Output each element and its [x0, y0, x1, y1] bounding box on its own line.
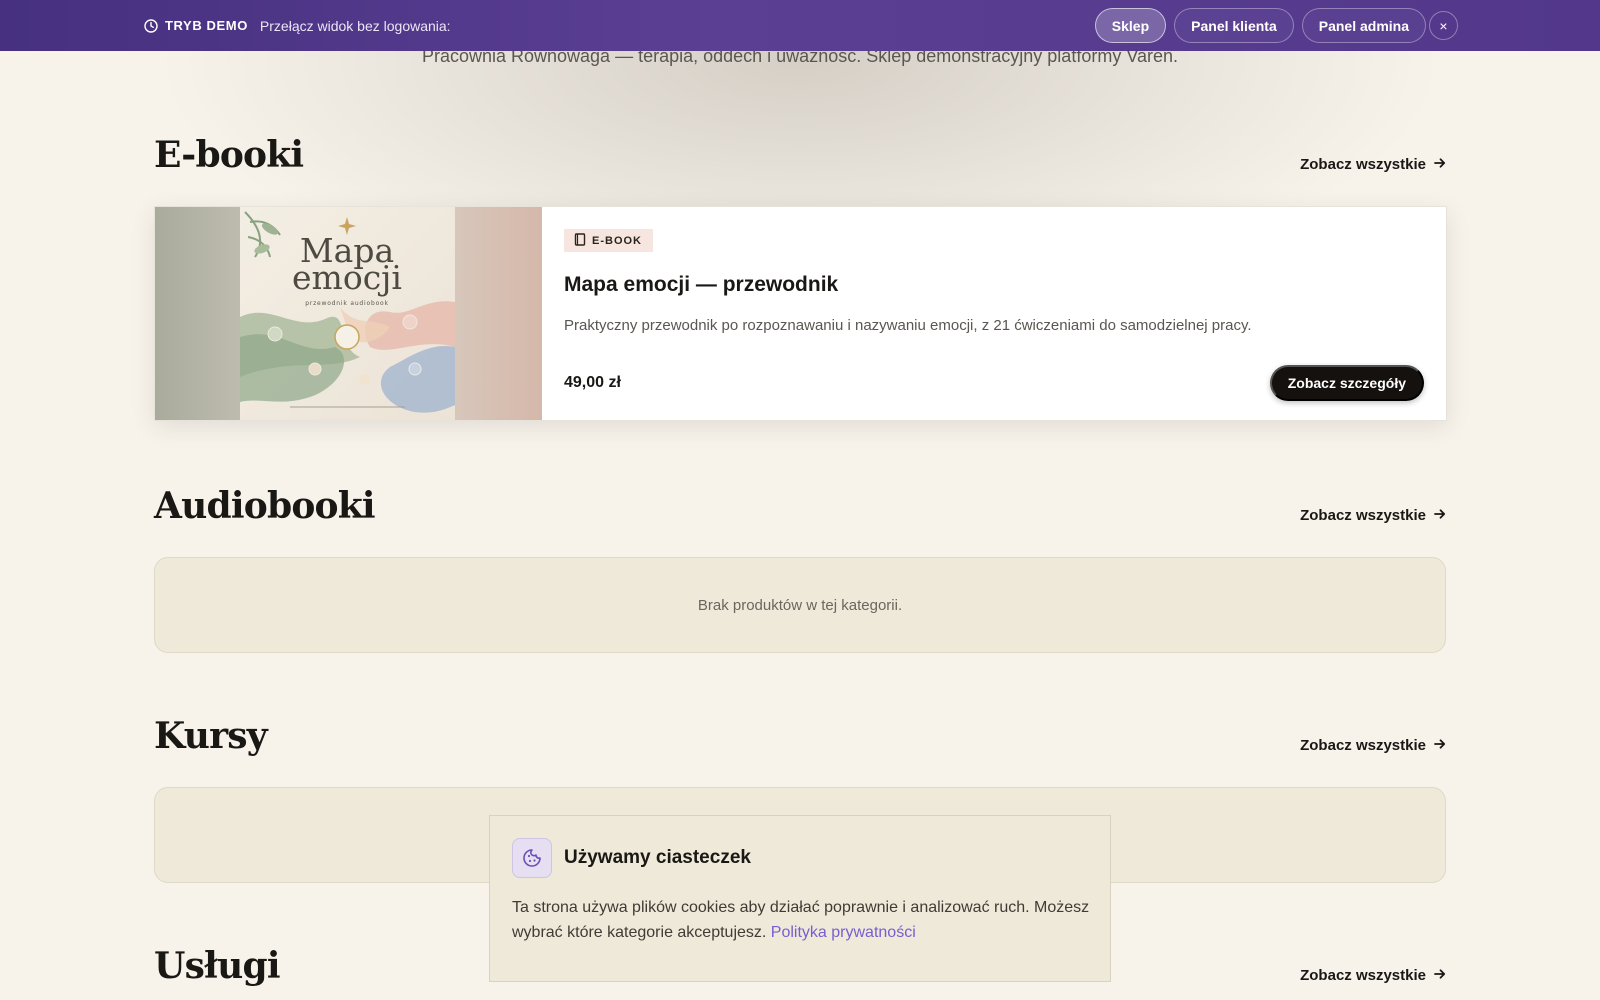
empty-category-message: Brak produktów w tej kategorii.	[697, 596, 903, 614]
demo-mode-bar: TRYB DEMO Przełącz widok bez logowania: …	[0, 0, 1600, 51]
see-all-ebooks-link[interactable]: Zobacz wszystkie	[1300, 156, 1446, 173]
demo-mode-info: TRYB DEMO Przełącz widok bez logowania:	[144, 0, 451, 51]
arrow-right-icon	[1434, 507, 1446, 524]
arrow-right-icon	[1434, 156, 1446, 173]
product-type-badge: E-BOOK	[564, 229, 653, 252]
product-title[interactable]: Mapa emocji — przewodnik	[564, 273, 838, 297]
product-card-body: E-BOOK Mapa emocji — przewodnik Praktycz…	[542, 207, 1446, 420]
section-title-courses: Kursy	[154, 715, 268, 757]
section-title-ebooks: E-booki	[154, 134, 304, 176]
product-description: Praktyczny przewodnik po rozpoznawaniu i…	[564, 317, 1252, 334]
cookie-icon	[512, 838, 552, 878]
see-all-services-link[interactable]: Zobacz wszystkie	[1300, 967, 1446, 984]
empty-category-box: Brak produktów w tej kategorii.	[154, 557, 1446, 653]
see-all-label: Zobacz wszystkie	[1300, 507, 1426, 524]
view-client-panel-button[interactable]: Panel klienta	[1174, 8, 1294, 43]
demo-mode-text: Przełącz widok bez logowania:	[259, 17, 451, 34]
arrow-right-icon	[1434, 737, 1446, 754]
view-details-button[interactable]: Zobacz szczegóły	[1269, 365, 1424, 401]
product-card[interactable]: Mapa emocji przewodnik audiobook E-BOOK …	[154, 206, 1447, 421]
section-title-services: Usługi	[154, 945, 281, 987]
cookie-text: Ta strona używa plików cookies aby dział…	[512, 895, 1092, 945]
clock-icon	[144, 18, 158, 33]
view-switcher: Sklep Panel klienta Panel admina	[1094, 8, 1426, 43]
product-price: 49,00 zł	[564, 374, 621, 391]
close-icon: ×	[1439, 17, 1448, 34]
view-shop-button[interactable]: Sklep	[1094, 8, 1167, 43]
cookie-banner: Używamy ciasteczek Ta strona używa plikó…	[489, 815, 1111, 982]
arrow-right-icon	[1434, 967, 1446, 984]
close-demo-bar-button[interactable]: ×	[1429, 11, 1458, 40]
see-all-audiobooks-link[interactable]: Zobacz wszystkie	[1300, 507, 1446, 524]
see-all-label: Zobacz wszystkie	[1300, 156, 1426, 173]
book-cover: Mapa emocji przewodnik audiobook	[240, 207, 455, 420]
product-type-label: E-BOOK	[592, 234, 642, 247]
book-icon	[574, 232, 586, 249]
see-all-courses-link[interactable]: Zobacz wszystkie	[1300, 737, 1446, 754]
privacy-policy-link[interactable]: Polityka prywatności	[771, 924, 916, 941]
see-all-label: Zobacz wszystkie	[1300, 737, 1426, 754]
svg-text:przewodnik audiobook: przewodnik audiobook	[305, 300, 389, 307]
cookie-title: Używamy ciasteczek	[564, 847, 751, 868]
demo-mode-tag: TRYB DEMO	[165, 18, 248, 33]
book-cover-illustration: Mapa emocji przewodnik audiobook	[240, 207, 455, 420]
section-title-audiobooks: Audiobooki	[154, 485, 376, 527]
svg-text:emocji: emocji	[292, 258, 402, 297]
product-image: Mapa emocji przewodnik audiobook	[155, 207, 542, 420]
see-all-label: Zobacz wszystkie	[1300, 967, 1426, 984]
view-admin-panel-button[interactable]: Panel admina	[1301, 8, 1426, 43]
